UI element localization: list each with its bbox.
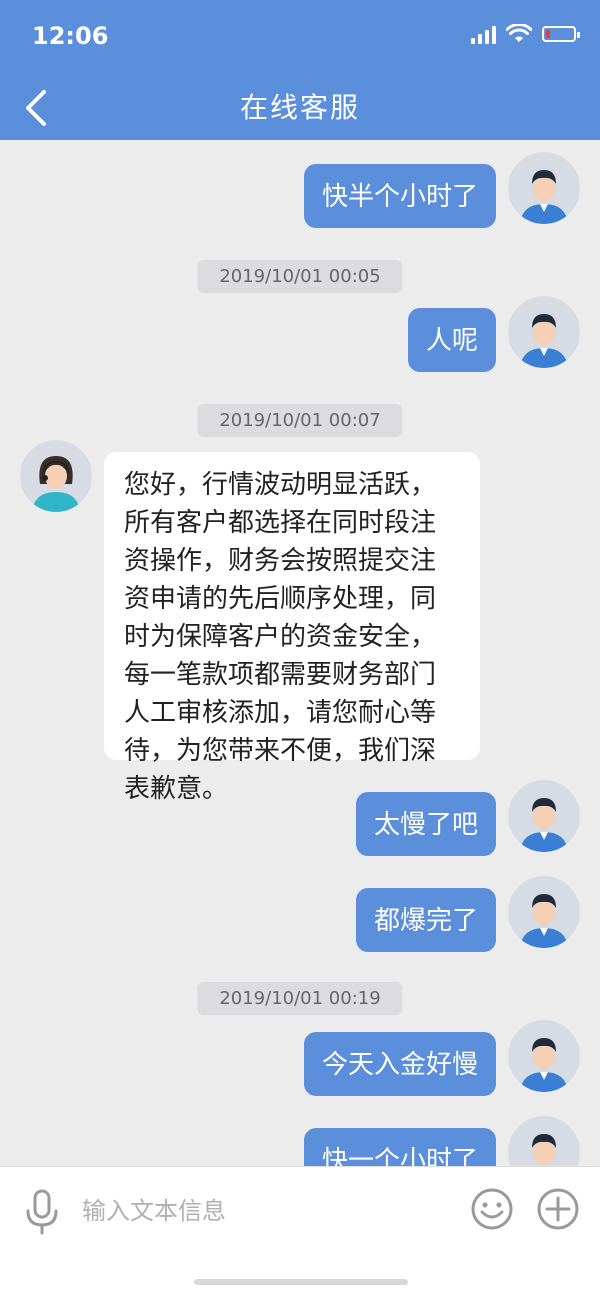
microphone-icon[interactable] bbox=[22, 1189, 62, 1235]
status-icons bbox=[471, 24, 580, 44]
message-row: 今天入金好慢 bbox=[0, 1020, 600, 1096]
message-row: 太慢了吧 bbox=[0, 780, 600, 856]
user-avatar[interactable] bbox=[508, 296, 580, 368]
timestamp: 2019/10/01 00:07 bbox=[197, 404, 403, 437]
user-message-bubble[interactable]: 人呢 bbox=[408, 308, 496, 372]
user-avatar-icon bbox=[520, 170, 568, 224]
chat-area[interactable]: 快半个小时了 2019/10/01 00:05 人呢 2019/10/01 00… bbox=[0, 140, 600, 1166]
user-avatar[interactable] bbox=[508, 1116, 580, 1166]
user-avatar[interactable] bbox=[508, 152, 580, 224]
timestamp: 2019/10/01 00:05 bbox=[197, 260, 403, 293]
user-avatar[interactable] bbox=[508, 780, 580, 852]
agent-avatar-icon bbox=[32, 456, 80, 512]
agent-message-bubble[interactable]: 您好，行情波动明显活跃，所有客户都选择在同时段注资操作，财务会按照提交注资申请的… bbox=[104, 452, 480, 804]
top-bar: 12:06 在线客服 bbox=[0, 0, 600, 140]
agent-avatar[interactable] bbox=[20, 440, 92, 512]
timestamp: 2019/10/01 00:19 bbox=[197, 982, 403, 1015]
user-avatar-icon bbox=[520, 1038, 568, 1092]
message-row: 都爆完了 bbox=[0, 876, 600, 952]
plus-circle-icon[interactable] bbox=[536, 1187, 580, 1231]
battery-icon bbox=[542, 26, 580, 42]
user-message-bubble[interactable]: 太慢了吧 bbox=[356, 792, 496, 856]
user-message-bubble[interactable]: 今天入金好慢 bbox=[304, 1032, 496, 1096]
page-title: 在线客服 bbox=[239, 91, 360, 124]
user-avatar[interactable] bbox=[508, 1020, 580, 1092]
message-row: 人呢 bbox=[0, 296, 600, 372]
input-bar bbox=[0, 1166, 600, 1300]
user-avatar-icon bbox=[520, 894, 568, 948]
message-row: 快半个小时了 bbox=[0, 152, 600, 228]
message-row: 快一个小时了 bbox=[0, 1116, 600, 1166]
user-avatar-icon bbox=[520, 798, 568, 852]
user-avatar-icon bbox=[532, 1134, 556, 1165]
user-message-bubble[interactable]: 都爆完了 bbox=[356, 888, 496, 952]
user-avatar-icon bbox=[520, 314, 568, 368]
smiley-icon[interactable] bbox=[470, 1187, 514, 1231]
user-message-bubble[interactable]: 快一个小时了 bbox=[304, 1128, 496, 1166]
cellular-signal-icon bbox=[471, 24, 496, 44]
home-indicator bbox=[194, 1279, 408, 1285]
message-row: 您好，行情波动明显活跃，所有客户都选择在同时段注资操作，财务会按照提交注资申请的… bbox=[0, 440, 600, 804]
user-avatar[interactable] bbox=[508, 876, 580, 948]
message-input[interactable] bbox=[80, 1187, 444, 1235]
status-time: 12:06 bbox=[32, 22, 109, 50]
wifi-icon bbox=[506, 24, 532, 42]
user-message-bubble[interactable]: 快半个小时了 bbox=[304, 164, 496, 228]
